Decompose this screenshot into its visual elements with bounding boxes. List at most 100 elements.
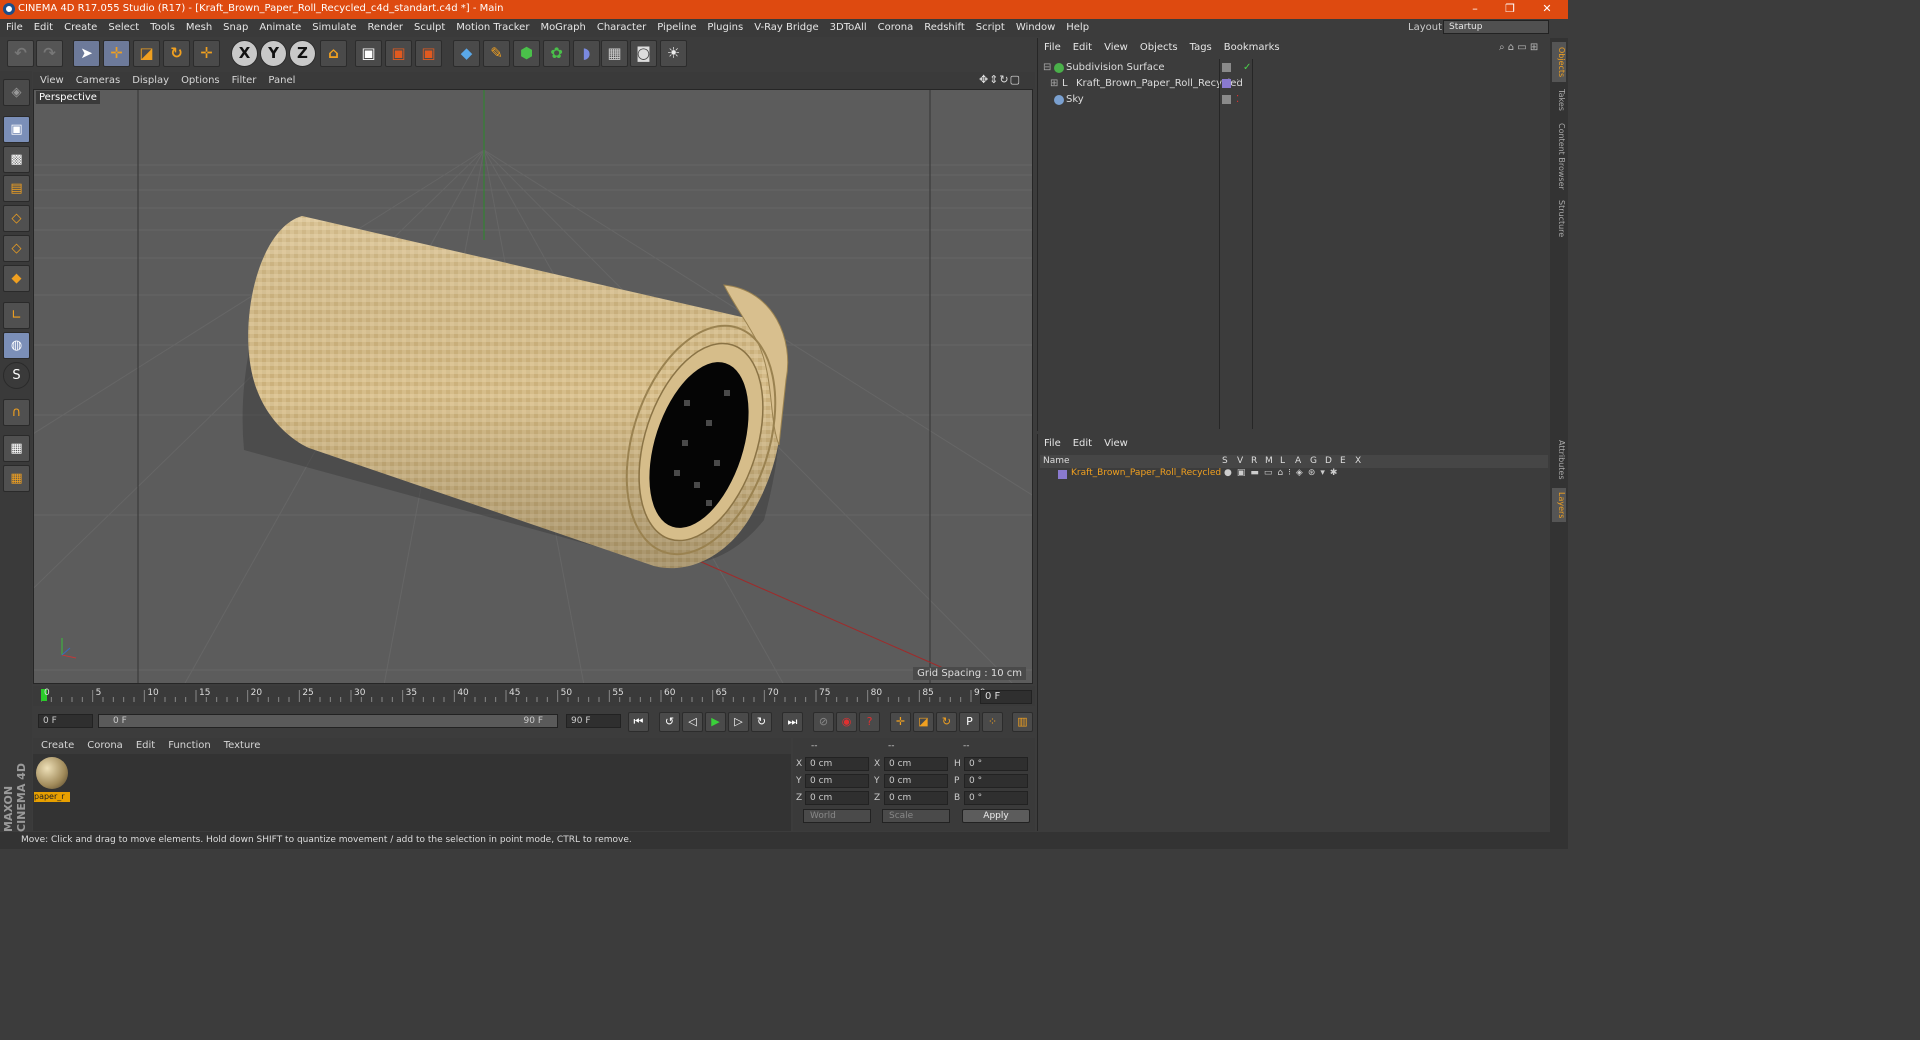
make-editable-icon[interactable]: ◈: [3, 79, 30, 106]
enabled-check-icon[interactable]: ✓: [1243, 60, 1251, 76]
col-name[interactable]: Name: [1043, 456, 1070, 466]
objects-menu-bookmarks[interactable]: Bookmarks: [1217, 40, 1285, 53]
viewport-menu-cameras[interactable]: Cameras: [69, 72, 125, 86]
menu-simulate[interactable]: Simulate: [306, 19, 361, 33]
key-rotation-button[interactable]: ↻: [936, 712, 957, 732]
menu-snap[interactable]: Snap: [217, 19, 253, 33]
record-keys-off-button[interactable]: ⊘: [813, 712, 834, 732]
viewport-menu-options[interactable]: Options: [174, 72, 225, 86]
menu-tools[interactable]: Tools: [144, 19, 180, 33]
menu-edit[interactable]: Edit: [28, 19, 58, 33]
rotation-p-field[interactable]: 0 °: [964, 774, 1028, 788]
menu-redshift[interactable]: Redshift: [918, 19, 970, 33]
move-tool-button[interactable]: ✛: [103, 40, 130, 67]
objects-menu-objects[interactable]: Objects: [1133, 40, 1183, 53]
timeline-ruler[interactable]: 051015202530354045505560657075808590: [33, 686, 1035, 706]
tab-takes[interactable]: Takes: [1552, 86, 1566, 114]
visibility-dots-icon[interactable]: ⁚: [1236, 92, 1239, 108]
render-picture-viewer-button[interactable]: ▣: [385, 40, 412, 67]
key-parameter-button[interactable]: P: [959, 712, 980, 732]
current-frame-field[interactable]: 0 F: [980, 690, 1032, 704]
start-frame-field[interactable]: 0 F: [38, 714, 93, 728]
lock-workplane-icon[interactable]: ▦: [3, 435, 30, 462]
go-to-end-button[interactable]: ⏭: [782, 712, 803, 732]
record-active-objects-button[interactable]: ◉: [836, 712, 857, 732]
maximize-button[interactable]: ❐: [1500, 2, 1520, 17]
menu-3dtoall[interactable]: 3DToAll: [824, 19, 872, 33]
coordinate-system-button[interactable]: ⌂: [320, 40, 347, 67]
solo-mode-icon[interactable]: S: [3, 362, 30, 389]
perspective-viewport[interactable]: Perspective Grid Spacing : 10 cm: [33, 89, 1033, 684]
edges-mode-icon[interactable]: ◇: [3, 235, 30, 262]
col-deformers[interactable]: D: [1325, 456, 1332, 466]
undo-button[interactable]: ↶: [7, 40, 34, 67]
layer-color-icon[interactable]: [1222, 79, 1231, 88]
menu-script[interactable]: Script: [970, 19, 1010, 33]
col-xref[interactable]: X: [1355, 456, 1361, 466]
timeline-window-button[interactable]: ▥: [1012, 712, 1033, 732]
menu-sculpt[interactable]: Sculpt: [408, 19, 450, 33]
material-menu-create[interactable]: Create: [33, 738, 79, 751]
material-preview-ball[interactable]: [36, 757, 68, 789]
col-view[interactable]: V: [1237, 456, 1243, 466]
render-view-button[interactable]: ▣: [355, 40, 382, 67]
planar-workplane-icon[interactable]: ▦: [3, 465, 30, 492]
snap-magnet-icon[interactable]: ∩: [3, 399, 30, 426]
collapse-toggle-icon[interactable]: ⊟: [1043, 60, 1051, 76]
tab-layers[interactable]: Layers: [1552, 488, 1566, 522]
cube-object-icon[interactable]: ◆: [453, 40, 480, 67]
model-mode-icon[interactable]: ▣: [3, 116, 30, 143]
position-z-field[interactable]: 0 cm: [805, 791, 869, 805]
world-dropdown[interactable]: World: [803, 809, 871, 823]
material-menu-edit[interactable]: Edit: [128, 738, 160, 751]
menu-animate[interactable]: Animate: [253, 19, 306, 33]
menu-character[interactable]: Character: [591, 19, 651, 33]
apply-button[interactable]: Apply: [962, 809, 1030, 823]
viewport-menu-panel[interactable]: Panel: [261, 72, 300, 86]
layers-menu-edit[interactable]: Edit: [1066, 436, 1097, 449]
scale-tool-button[interactable]: ◪: [133, 40, 160, 67]
object-row-paper-roll[interactable]: ⊞ L Kraft_Brown_Paper_Roll_Recycled ⁚: [1040, 76, 1548, 92]
col-generators[interactable]: G: [1310, 456, 1317, 466]
end-frame-field[interactable]: 90 F: [566, 714, 621, 728]
points-mode-icon[interactable]: ◇: [3, 205, 30, 232]
frame-range-slider[interactable]: 0 F 90 F: [98, 714, 558, 728]
tree-column-divider[interactable]: [1219, 59, 1220, 429]
object-row-subdivision-surface[interactable]: ⊟ Subdivision Surface ✓: [1040, 60, 1548, 76]
tab-structure[interactable]: Structure: [1552, 198, 1566, 240]
objects-menu-tags[interactable]: Tags: [1183, 40, 1217, 53]
menu-file[interactable]: File: [0, 19, 28, 33]
rotation-b-field[interactable]: 0 °: [964, 791, 1028, 805]
layer-name[interactable]: Kraft_Brown_Paper_Roll_Recycled: [1071, 468, 1221, 478]
pen-spline-icon[interactable]: ✎: [483, 40, 510, 67]
light-icon[interactable]: ☀: [660, 40, 687, 67]
objects-menu-file[interactable]: File: [1037, 40, 1066, 53]
rotate-tool-button[interactable]: ↻: [163, 40, 190, 67]
viewport-menu-display[interactable]: Display: [125, 72, 174, 86]
col-expressions[interactable]: E: [1340, 456, 1346, 466]
previous-frame-button[interactable]: ◁: [682, 712, 703, 732]
size-y-field[interactable]: 0 cm: [884, 774, 948, 788]
menu-help[interactable]: Help: [1060, 19, 1094, 33]
key-position-button[interactable]: ✛: [890, 712, 911, 732]
next-frame-button[interactable]: ▷: [728, 712, 749, 732]
y-axis-button[interactable]: Y: [260, 40, 287, 67]
close-button[interactable]: ✕: [1537, 2, 1557, 17]
layer-row[interactable]: Kraft_Brown_Paper_Roll_Recycled ●▣▬▭⌂⁝◈⊛…: [1040, 468, 1548, 481]
layers-menu-file[interactable]: File: [1037, 436, 1066, 449]
size-x-field[interactable]: 0 cm: [884, 757, 948, 771]
col-animation[interactable]: A: [1295, 456, 1301, 466]
z-axis-button[interactable]: Z: [289, 40, 316, 67]
play-button[interactable]: ▶: [705, 712, 726, 732]
minimize-button[interactable]: –: [1465, 2, 1485, 17]
menu-motion-tracker[interactable]: Motion Tracker: [450, 19, 534, 33]
deformer-icon[interactable]: ◗: [573, 40, 600, 67]
autokeying-button[interactable]: ?: [859, 712, 880, 732]
menu-select[interactable]: Select: [102, 19, 144, 33]
menu-vray-bridge[interactable]: V-Ray Bridge: [748, 19, 823, 33]
scale-dropdown[interactable]: Scale: [882, 809, 950, 823]
menu-pipeline[interactable]: Pipeline: [651, 19, 701, 33]
layer-color-swatch[interactable]: [1058, 470, 1067, 479]
col-render[interactable]: R: [1251, 456, 1257, 466]
viewport-menu-view[interactable]: View: [33, 72, 69, 86]
